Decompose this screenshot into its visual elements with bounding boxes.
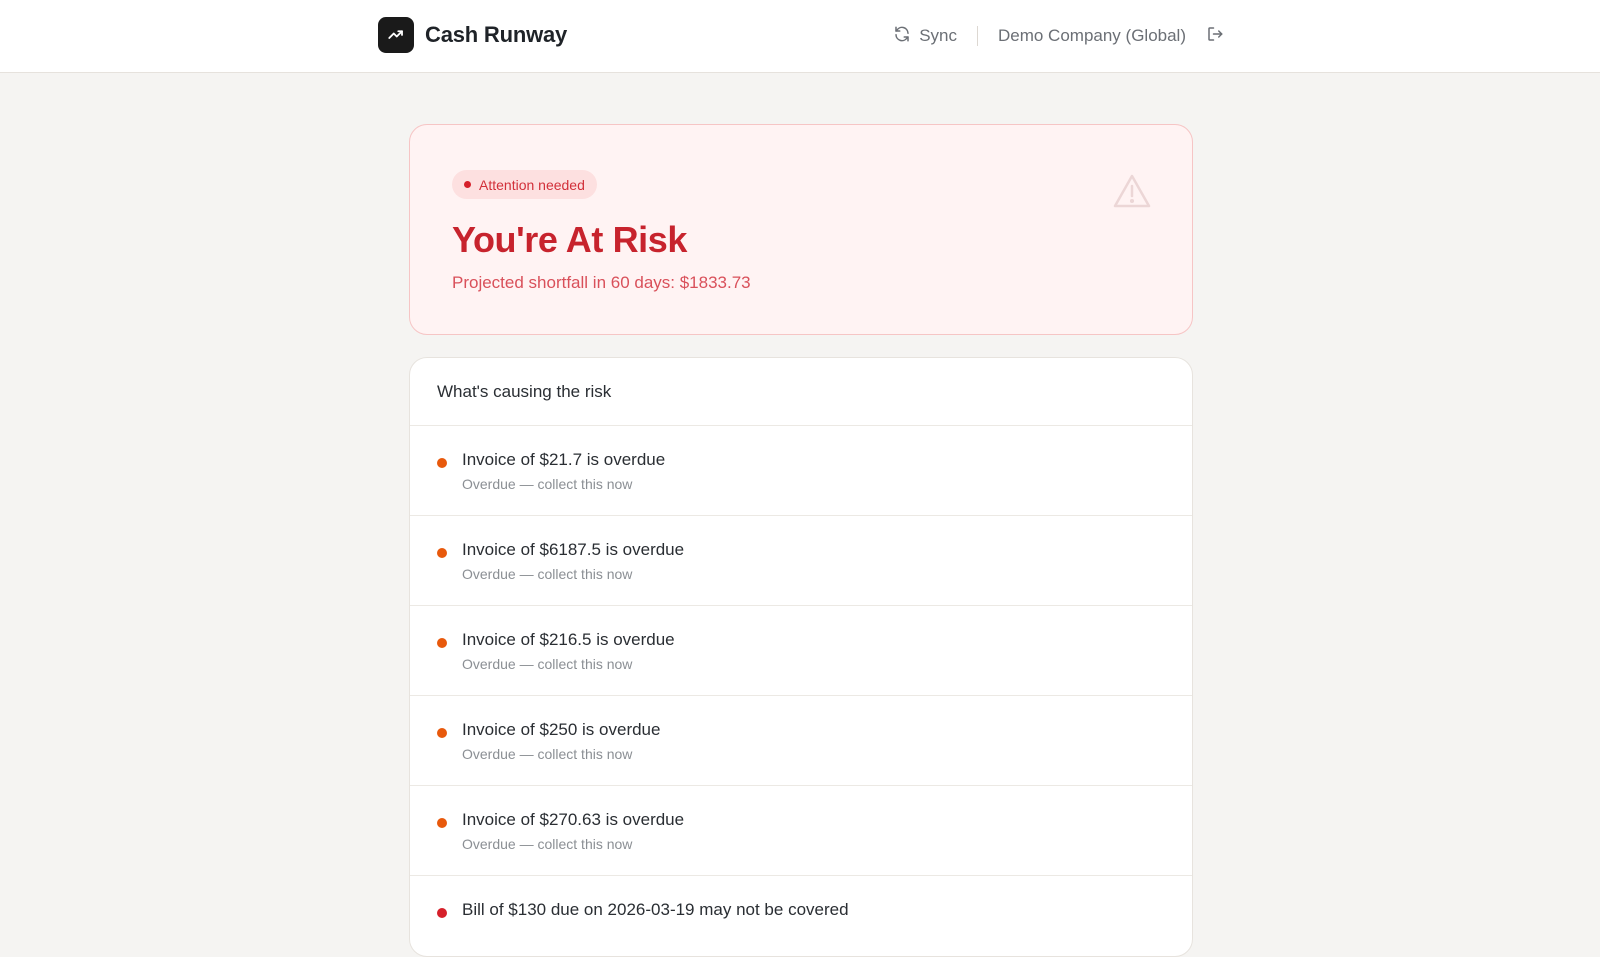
badge-label: Attention needed [479,176,585,193]
status-dot [437,818,447,828]
causes-heading: What's causing the risk [410,358,1192,426]
status-dot [437,458,447,468]
top-navbar: Cash Runway Sync Demo Company (Global) [0,0,1600,73]
cause-title: Invoice of $6187.5 is overdue [462,540,685,559]
brand[interactable]: Cash Runway [378,17,567,53]
list-item[interactable]: Invoice of $216.5 is overdue Overdue — co… [410,606,1192,696]
warning-triangle-icon [1112,173,1152,214]
logout-icon [1206,25,1224,48]
risk-shortfall-text: Projected shortfall in 60 days: $1833.73 [452,273,751,292]
list-item[interactable]: Invoice of $270.63 is overdue Overdue — c… [410,786,1192,876]
cause-subtitle: Overdue — collect this now [462,566,633,582]
sync-button[interactable]: Sync [893,25,957,48]
sync-label: Sync [919,26,957,45]
logout-button[interactable] [1206,25,1224,48]
status-dot [437,548,447,558]
header-actions: Sync Demo Company (Global) [893,21,1224,51]
status-dot [437,638,447,648]
cause-title: Invoice of $270.63 is overdue [462,810,685,829]
list-item[interactable]: Invoice of $6187.5 is overdue Overdue — c… [410,516,1192,606]
app-title: Cash Runway [425,22,568,47]
risk-title: You're At Risk [452,219,688,260]
status-dot [464,181,471,188]
company-name: Demo Company (Global) [997,26,1186,45]
cause-subtitle: Overdue — collect this now [462,476,633,492]
cause-title: Invoice of $216.5 is overdue [462,630,675,649]
header-divider [976,26,978,46]
list-item[interactable]: Invoice of $21.7 is overdue Overdue — col… [410,426,1192,516]
cause-subtitle: Overdue — collect this now [462,656,633,672]
attention-badge: Attention needed [452,170,597,199]
cause-subtitle: Overdue — collect this now [462,746,633,762]
risk-status-card: Attention needed You're At Risk Projecte… [409,124,1193,335]
status-dot [437,728,447,738]
refresh-icon [893,25,911,48]
cause-title: Invoice of $21.7 is overdue [462,450,666,469]
list-item[interactable]: Invoice of $250 is overdue Overdue — coll… [410,696,1192,786]
cause-subtitle: Overdue — collect this now [462,836,633,852]
risk-causes-card: What's causing the risk Invoice of $21.7… [409,357,1193,957]
cause-title: Invoice of $250 is overdue [462,720,661,739]
causes-list: Invoice of $21.7 is overdue Overdue — col… [410,426,1192,956]
trend-up-icon [378,17,414,53]
cause-title: Bill of $130 due on 2026-03-19 may not b… [462,900,849,919]
